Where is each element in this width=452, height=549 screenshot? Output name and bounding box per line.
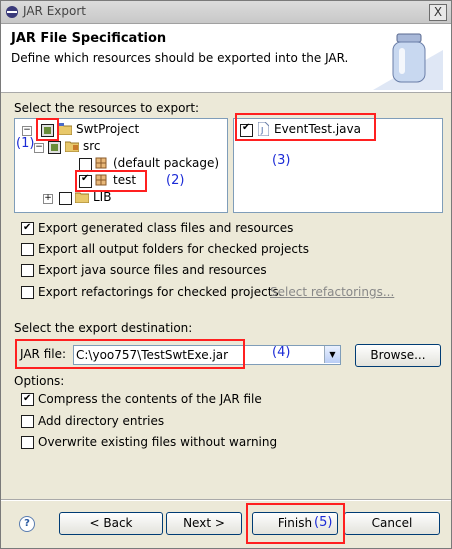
compress-label: Compress the contents of the JAR file bbox=[38, 392, 262, 406]
collapse-src-icon[interactable]: − bbox=[34, 143, 44, 153]
directory-entries-label: Add directory entries bbox=[38, 414, 165, 428]
project-folder-icon bbox=[58, 123, 72, 135]
select-refactorings-link[interactable]: Select refactorings... bbox=[270, 284, 394, 300]
lib-checkbox[interactable] bbox=[59, 192, 72, 205]
annotation-box-4 bbox=[15, 339, 245, 369]
jar-icon bbox=[373, 33, 443, 90]
annotation-label-5: (5) bbox=[314, 515, 333, 530]
tree-default-package-label[interactable]: (default package) bbox=[113, 155, 219, 171]
export-class-files-checkbox[interactable] bbox=[21, 220, 34, 236]
collapse-project-icon[interactable]: − bbox=[22, 126, 32, 136]
export-refactorings-label: Export refactorings for checked projects… bbox=[38, 285, 283, 299]
jar-export-dialog: JAR Export X JAR File Specification Defi… bbox=[0, 0, 452, 549]
lib-folder-icon bbox=[75, 192, 89, 203]
annotation-label-2: (2) bbox=[166, 173, 185, 188]
overwrite-label: Overwrite existing files without warning bbox=[38, 435, 278, 449]
src-checkbox[interactable] bbox=[48, 141, 61, 154]
src-folder-icon bbox=[65, 141, 79, 152]
overwrite-checkbox[interactable] bbox=[21, 436, 34, 449]
close-button[interactable]: X bbox=[429, 4, 447, 21]
compress-checkbox[interactable] bbox=[21, 391, 34, 407]
annotation-box-2 bbox=[75, 170, 147, 192]
window-title: JAR Export bbox=[23, 4, 86, 18]
page-title: JAR File Specification bbox=[11, 31, 167, 46]
chevron-down-icon[interactable]: ▼ bbox=[324, 346, 340, 363]
tree-src-label[interactable]: src bbox=[83, 138, 101, 154]
options-label: Options: bbox=[14, 374, 65, 388]
help-icon[interactable]: ? bbox=[19, 516, 35, 532]
export-source-label: Export java source files and resources bbox=[38, 263, 267, 277]
back-button[interactable]: < Back bbox=[59, 512, 163, 535]
annotation-label-3: (3) bbox=[272, 153, 291, 168]
annotation-label-4: (4) bbox=[272, 345, 291, 360]
package-icon bbox=[95, 157, 107, 169]
eclipse-icon bbox=[6, 6, 18, 18]
browse-button[interactable]: Browse... bbox=[355, 344, 441, 367]
export-source-checkbox[interactable] bbox=[21, 264, 34, 277]
export-refactorings-checkbox[interactable] bbox=[21, 286, 34, 299]
export-class-files-label: Export generated class files and resourc… bbox=[38, 221, 294, 235]
wizard-header: JAR File Specification Define which reso… bbox=[1, 24, 451, 93]
annotation-label-1: (1) bbox=[16, 136, 35, 151]
tree-project-label[interactable]: SwtProject bbox=[76, 121, 139, 137]
page-subtitle: Define which resources should be exporte… bbox=[11, 51, 349, 65]
annotation-box-1 bbox=[36, 118, 59, 141]
directory-entries-checkbox[interactable] bbox=[21, 415, 34, 428]
resources-label: Select the resources to export: bbox=[14, 101, 200, 115]
cancel-button[interactable]: Cancel bbox=[344, 512, 440, 535]
annotation-box-3 bbox=[235, 113, 376, 141]
destination-label: Select the export destination: bbox=[14, 321, 193, 335]
next-button[interactable]: Next > bbox=[166, 512, 242, 535]
title-bar[interactable]: JAR Export X bbox=[1, 1, 451, 24]
expand-lib-icon[interactable]: + bbox=[43, 194, 53, 204]
export-output-folders-label: Export all output folders for checked pr… bbox=[38, 242, 309, 256]
divider bbox=[1, 500, 451, 501]
export-output-folders-checkbox[interactable] bbox=[21, 243, 34, 256]
